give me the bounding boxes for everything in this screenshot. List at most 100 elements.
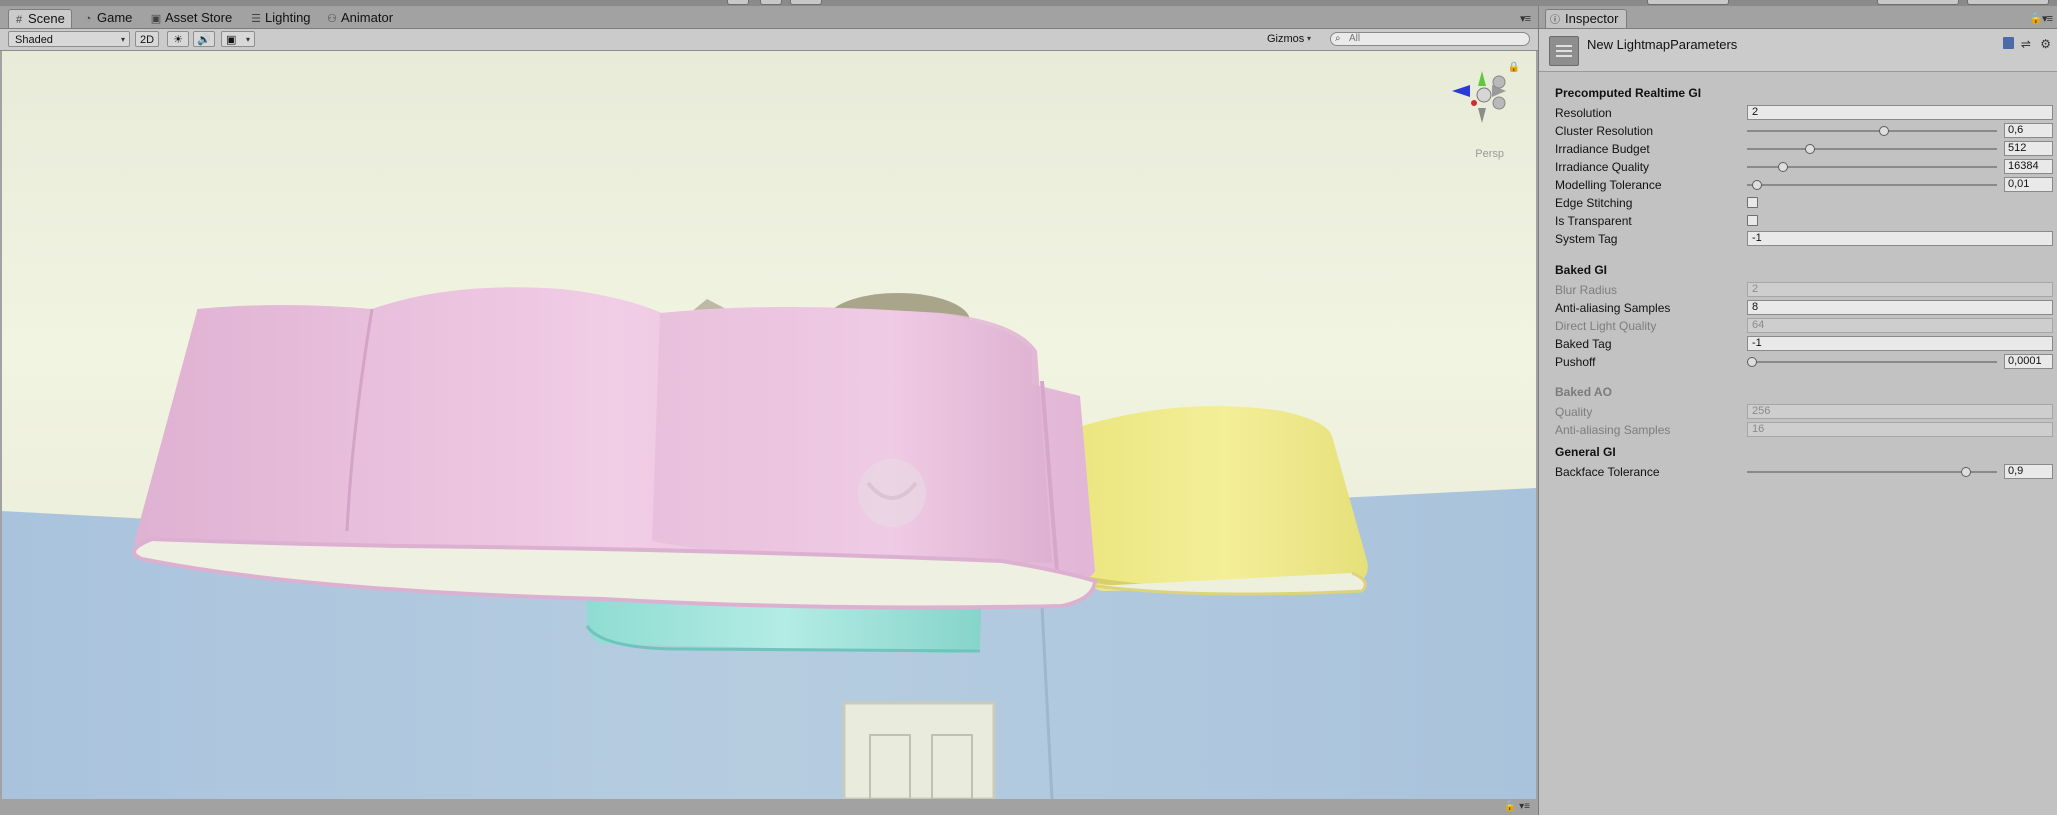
- slider-thumb[interactable]: [1804, 144, 1815, 154]
- header-icons: ⇌ ⚙: [2003, 37, 2054, 51]
- gear-icon[interactable]: ⚙: [2040, 37, 2054, 51]
- sun-icon: ☀: [173, 34, 183, 46]
- store-icon: ▣: [150, 13, 162, 25]
- asset-title: New LightmapParameters: [1587, 37, 1738, 52]
- edge-stitching-row: Edge Stitching: [1539, 194, 2057, 212]
- account-button[interactable]: [1647, 0, 1729, 5]
- image-icon: ▣: [226, 34, 237, 46]
- hierarchy-search-input[interactable]: ⌕ All: [1330, 32, 1530, 46]
- slider-thumb[interactable]: [1960, 467, 1971, 477]
- slider-thumb[interactable]: [1879, 126, 1889, 136]
- pause-button[interactable]: [760, 0, 782, 5]
- scene-lighting-toggle[interactable]: ☀: [167, 31, 189, 47]
- lock-icon[interactable]: 🔒: [1508, 62, 1520, 73]
- pushoff-slider[interactable]: [1747, 361, 1997, 363]
- chevron-down-icon: ▾: [1306, 34, 1311, 43]
- cluster-resolution-label: Cluster Resolution: [1555, 124, 1654, 138]
- irradiance-quality-label: Irradiance Quality: [1555, 160, 1650, 174]
- section-general-gi: General GI: [1555, 445, 1616, 459]
- slider-thumb[interactable]: [1778, 162, 1789, 172]
- projection-label[interactable]: Persp: [1475, 148, 1504, 160]
- modelling-tolerance-row: Modelling Tolerance 0,01: [1539, 176, 2057, 194]
- list-icon: ☰: [251, 13, 261, 25]
- edge-stitching-checkbox[interactable]: [1747, 197, 1758, 208]
- ao-quality-field: 256: [1747, 404, 2053, 419]
- scene-viewport[interactable]: Persp 🔒: [2, 51, 1536, 799]
- cluster-resolution-slider[interactable]: [1747, 130, 1997, 132]
- tab-animator[interactable]: ⚇ Animator: [322, 9, 399, 27]
- pacman-icon: ◔: [84, 13, 92, 25]
- lock-icon[interactable]: 🔒 ▾≡: [1504, 801, 1530, 812]
- baked-aa-samples-field[interactable]: 8: [1747, 300, 2053, 315]
- tab-lighting[interactable]: ☰ Lighting: [246, 9, 317, 27]
- baked-tag-row: Baked Tag -1: [1539, 335, 2057, 353]
- tab-game[interactable]: ◔ Game: [78, 9, 138, 27]
- scene-render: [2, 51, 1536, 799]
- section-baked-ao: Baked AO: [1555, 385, 1612, 399]
- resolution-field[interactable]: 2: [1747, 105, 2053, 120]
- edge-stitching-label: Edge Stitching: [1555, 196, 1633, 210]
- slider-thumb[interactable]: [1747, 357, 1757, 367]
- pushoff-label: Pushoff: [1555, 355, 1596, 369]
- step-button[interactable]: [790, 0, 822, 5]
- window-menu-icon[interactable]: ▾≡: [1520, 12, 1531, 25]
- baked-aa-samples-label: Anti-aliasing Samples: [1555, 301, 1671, 315]
- grid-icon: #: [15, 14, 23, 26]
- backface-tolerance-slider[interactable]: [1747, 471, 1997, 473]
- scene-toolbar: Shaded ▾ 2D ☀ 🔊 ▣ ▾ Gizmos ▾ ⌕ All: [0, 29, 1538, 51]
- layout-button[interactable]: [1967, 0, 2049, 5]
- irradiance-budget-field[interactable]: 512: [2004, 141, 2053, 156]
- irradiance-budget-slider[interactable]: [1747, 148, 1997, 150]
- slider-thumb[interactable]: [1751, 180, 1762, 190]
- system-tag-field[interactable]: -1: [1747, 231, 2053, 246]
- chevron-down-icon: ▾: [120, 35, 125, 44]
- draw-mode-dropdown[interactable]: Shaded ▾: [8, 31, 130, 47]
- tab-label: Scene: [28, 11, 65, 26]
- baked-aa-samples-row: Anti-aliasing Samples 8: [1539, 299, 2057, 317]
- system-tag-row: System Tag -1: [1539, 230, 2057, 248]
- effects-dropdown[interactable]: ▣ ▾: [221, 31, 255, 47]
- lightmap-parameters-icon: [1549, 36, 1579, 66]
- system-tag-label: System Tag: [1555, 232, 1618, 246]
- tab-scene[interactable]: # Scene: [8, 9, 72, 28]
- modelling-tolerance-slider[interactable]: [1747, 184, 1997, 186]
- scene-tab-bar: # Scene ◔ Game ▣ Asset Store ☰ Lighting ⚇ Ani…: [0, 6, 1538, 29]
- direct-light-quality-field: 64: [1747, 318, 2053, 333]
- is-transparent-label: Is Transparent: [1555, 214, 1632, 228]
- pushoff-field[interactable]: 0,0001: [2004, 354, 2053, 369]
- inspector-menu-icon[interactable]: 🔒▾≡: [2029, 12, 2053, 25]
- cluster-resolution-field[interactable]: 0,6: [2004, 123, 2053, 138]
- speaker-icon: 🔊: [197, 34, 211, 46]
- scene-window: # Scene ◔ Game ▣ Asset Store ☰ Lighting ⚇ Ani…: [0, 6, 1538, 815]
- layers-button[interactable]: [1877, 0, 1959, 5]
- draw-mode-label: Shaded: [15, 34, 53, 46]
- resolution-label: Resolution: [1555, 106, 1612, 120]
- info-icon: ⓘ: [1550, 15, 1560, 26]
- search-icon: ⌕: [1335, 33, 1341, 44]
- gizmos-dropdown[interactable]: Gizmos ▾: [1263, 31, 1315, 47]
- irradiance-quality-row: Irradiance Quality 16384: [1539, 158, 2057, 176]
- scene-audio-toggle[interactable]: 🔊: [193, 31, 215, 47]
- backface-tolerance-field[interactable]: 0,9: [2004, 464, 2053, 479]
- tab-label: Lighting: [265, 10, 311, 25]
- tab-asset-store[interactable]: ▣ Asset Store: [146, 9, 238, 27]
- tab-label: Animator: [341, 10, 394, 25]
- animator-icon: ⚇: [327, 13, 337, 25]
- ao-aa-samples-label: Anti-aliasing Samples: [1555, 423, 1671, 437]
- irradiance-quality-field[interactable]: 16384: [2004, 159, 2053, 174]
- 2d-label: 2D: [139, 34, 155, 46]
- irradiance-budget-label: Irradiance Budget: [1555, 142, 1650, 156]
- tab-inspector[interactable]: ⓘ Inspector: [1545, 9, 1628, 28]
- 2d-toggle[interactable]: 2D: [135, 31, 159, 47]
- modelling-tolerance-field[interactable]: 0,01: [2004, 177, 2053, 192]
- inspector-window: ⓘ Inspector 🔒▾≡ New LightmapParameters ⇌ …: [1538, 6, 2057, 815]
- play-button[interactable]: [727, 0, 749, 5]
- is-transparent-checkbox[interactable]: [1747, 215, 1758, 226]
- ao-quality-label: Quality: [1555, 405, 1593, 419]
- backface-tolerance-row: Backface Tolerance 0,9: [1539, 463, 2057, 481]
- help-book-icon[interactable]: [2003, 37, 2015, 49]
- preset-icon[interactable]: ⇌: [2021, 37, 2034, 51]
- baked-tag-field[interactable]: -1: [1747, 336, 2053, 351]
- direct-light-quality-label: Direct Light Quality: [1555, 319, 1657, 333]
- tab-label: Asset Store: [165, 10, 233, 25]
